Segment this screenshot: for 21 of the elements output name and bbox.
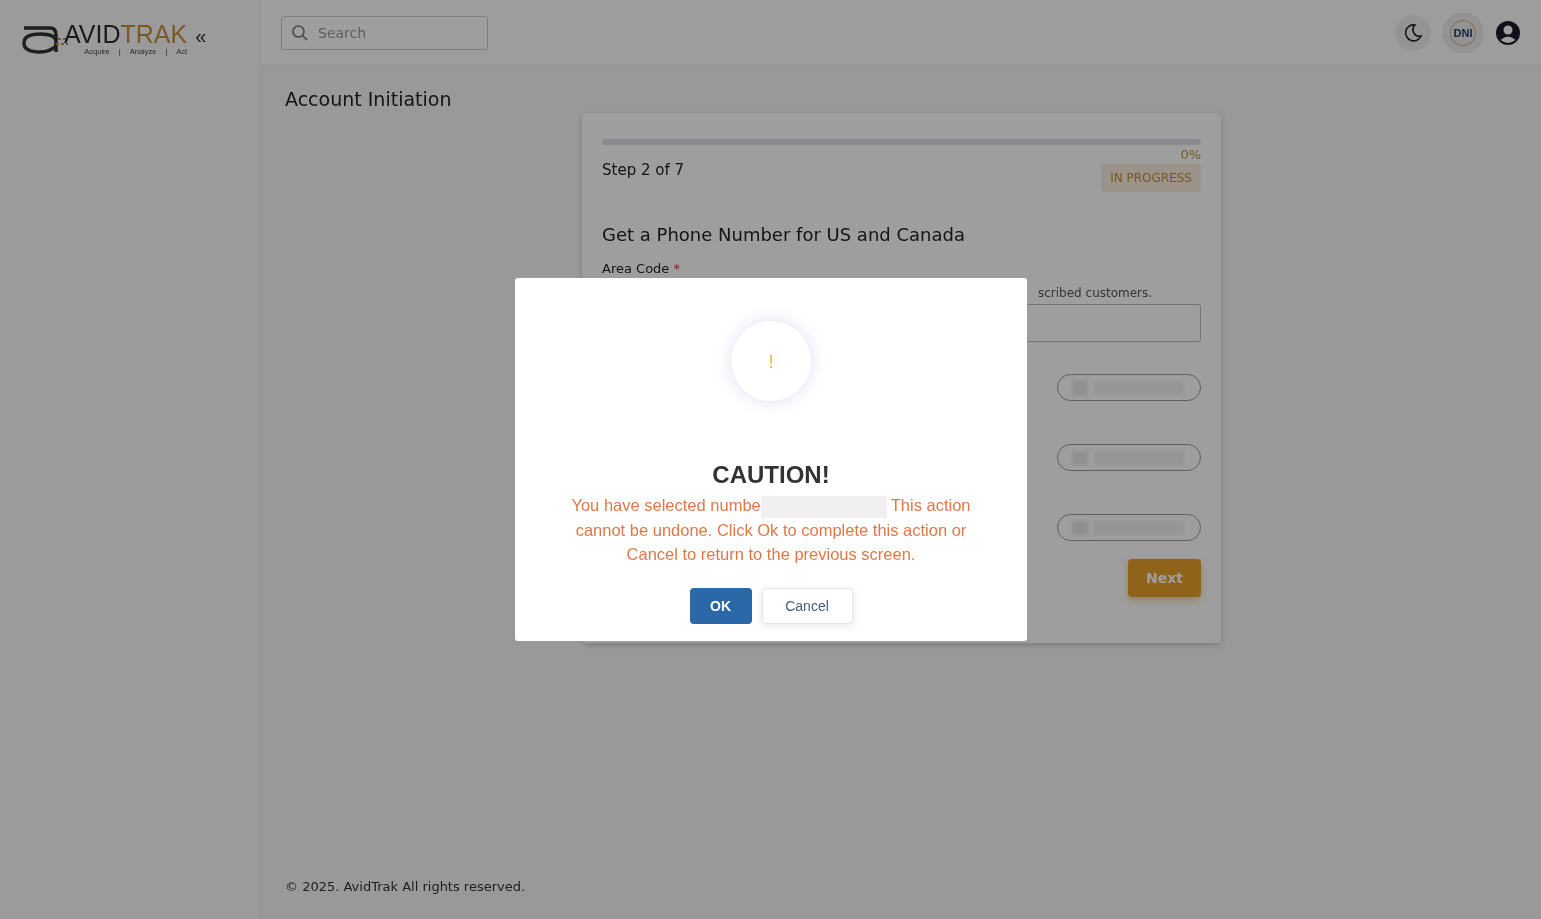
search-field[interactable]: Search bbox=[281, 15, 488, 50]
cancel-button[interactable]: Cancel bbox=[761, 587, 853, 624]
number-option[interactable] bbox=[1057, 444, 1201, 471]
footer-copyright: © 2025. AvidTrak All rights reserved. bbox=[285, 879, 527, 896]
step-label: Step 2 of 7 bbox=[602, 161, 684, 179]
dialog-message: You have selected numbe This action cannot be undone. Click Ok to complete this action or Cancel to return to the previous screen. bbox=[570, 494, 972, 565]
account-badge[interactable]: DNI bbox=[1443, 12, 1483, 53]
field-hint: scribed customers. bbox=[1038, 286, 1154, 300]
status-tag: IN PROGRESS bbox=[1101, 164, 1201, 192]
progress-reading: 0% bbox=[1180, 147, 1201, 162]
field-label: Area Code * bbox=[602, 261, 681, 276]
collapse-button[interactable]: « bbox=[195, 25, 207, 48]
ok-button[interactable]: OK bbox=[689, 587, 752, 624]
user-icon[interactable] bbox=[1495, 19, 1521, 46]
dialog-title: CAUTION! bbox=[712, 461, 830, 489]
logo-wordmark: AVIDTRAK bbox=[64, 21, 188, 46]
section-heading: Get a Phone Number for US and Canada bbox=[602, 224, 966, 245]
warning-icon: ! bbox=[731, 321, 811, 401]
page-title: Account Initiation bbox=[285, 88, 453, 110]
theme-toggle-button[interactable] bbox=[1395, 14, 1431, 51]
moon-icon bbox=[1403, 22, 1423, 43]
